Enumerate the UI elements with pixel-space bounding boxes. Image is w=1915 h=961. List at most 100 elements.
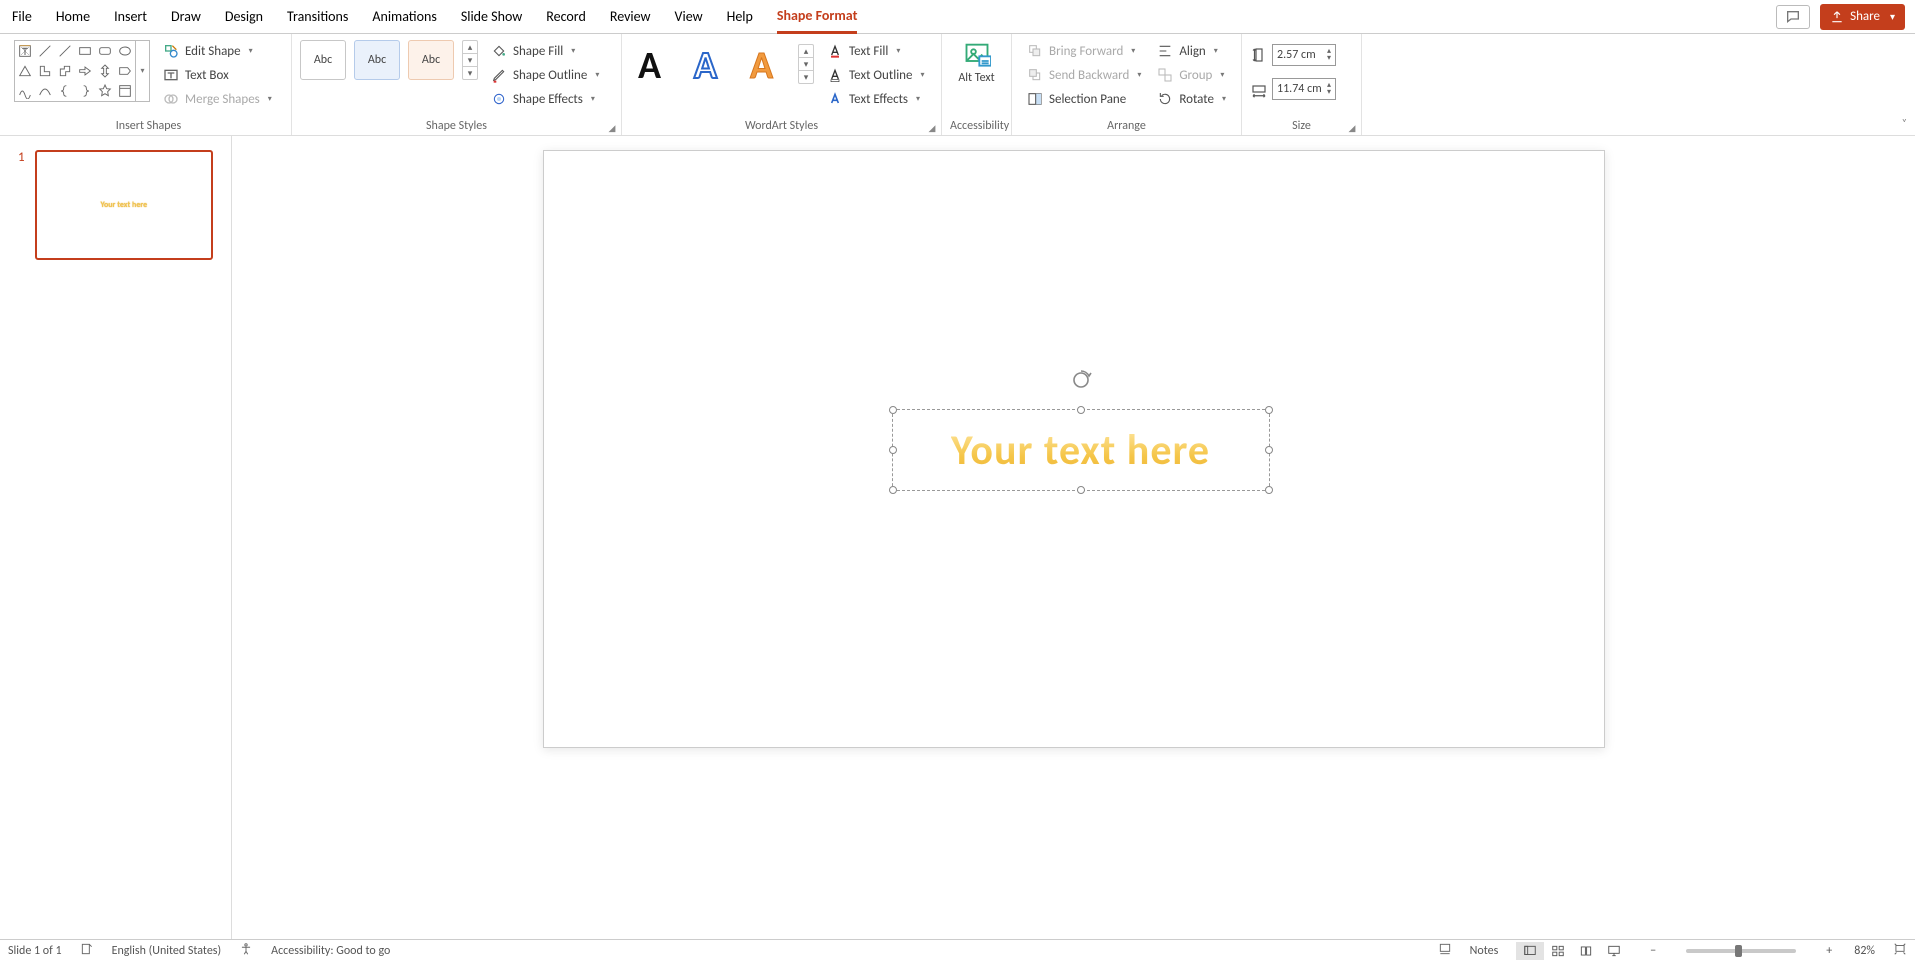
notes-icon[interactable] [1438, 942, 1452, 960]
wordart-style-2[interactable]: A [686, 40, 734, 88]
wordart-textbox[interactable]: Your text here [892, 409, 1270, 491]
accessibility-icon[interactable] [239, 942, 253, 960]
zoom-slider[interactable] [1686, 949, 1796, 953]
shape-pentagon-icon[interactable] [115, 61, 135, 81]
tab-review[interactable]: Review [610, 0, 651, 33]
resize-handle-mr[interactable] [1265, 446, 1273, 454]
text-outline-button[interactable]: Text Outline ▾ [824, 64, 928, 86]
view-normal[interactable] [1516, 942, 1544, 960]
tab-slide-show[interactable]: Slide Show [461, 0, 522, 33]
wordart-style-3[interactable]: A [742, 40, 790, 88]
shape-rect-icon[interactable] [75, 41, 95, 61]
shape-style-gallery[interactable]: Abc Abc Abc ▴▾▾ [300, 40, 478, 80]
slide-canvas-area[interactable]: Your text here [232, 136, 1915, 939]
chevron-down-icon: ▾ [1137, 70, 1141, 80]
shape-tri-icon[interactable] [15, 61, 35, 81]
resize-handle-tr[interactable] [1265, 406, 1273, 414]
shape-textbox-icon[interactable] [15, 41, 35, 61]
accessibility-status[interactable]: Accessibility: Good to go [271, 944, 390, 958]
tab-design[interactable]: Design [225, 0, 263, 33]
collapse-ribbon-button[interactable]: ˅ [1902, 116, 1907, 129]
comments-button[interactable] [1776, 5, 1810, 29]
tab-help[interactable]: Help [727, 0, 753, 33]
svg-text:A: A [638, 43, 662, 88]
zoom-out-button[interactable]: − [1646, 944, 1660, 958]
view-reading[interactable] [1572, 942, 1600, 960]
resize-handle-br[interactable] [1265, 486, 1273, 494]
rotate-button[interactable]: Rotate ▾ [1154, 88, 1229, 110]
edit-shape-button[interactable]: Edit Shape ▾ [160, 40, 275, 62]
wordart-style-nav[interactable]: ▴▾▾ [798, 44, 814, 84]
alt-text-button[interactable]: Alt Text [953, 40, 1001, 85]
shape-rightarrow-icon[interactable] [75, 61, 95, 81]
tab-view[interactable]: View [675, 0, 703, 33]
shape-brace-r-icon[interactable] [75, 81, 95, 101]
wordart-text[interactable]: Your text here [951, 425, 1210, 476]
wordart-style-gallery[interactable]: A A A ▴▾▾ [630, 40, 814, 88]
shape-outline-button[interactable]: Shape Outline ▾ [488, 64, 602, 86]
language-status[interactable]: English (United States) [112, 944, 222, 958]
shape-brace-l-icon[interactable] [55, 81, 75, 101]
dialog-launcher-icon[interactable]: ◢ [927, 123, 937, 133]
notes-button[interactable]: Notes [1470, 944, 1499, 958]
thumbnail-panel[interactable]: 1 Your text here [0, 136, 232, 939]
group-label-arrange: Arrange [1020, 119, 1233, 135]
zoom-in-button[interactable]: + [1822, 944, 1836, 958]
shape-gallery[interactable]: ▾ [14, 40, 150, 102]
view-sorter[interactable] [1544, 942, 1572, 960]
shape-gallery-dropdown[interactable]: ▾ [136, 40, 150, 102]
text-box-button[interactable]: Text Box [160, 64, 275, 86]
shape-lshape-icon[interactable] [35, 61, 55, 81]
shape-oval-icon[interactable] [115, 41, 135, 61]
shape-star-icon[interactable] [95, 81, 115, 101]
align-button[interactable]: Align ▾ [1154, 40, 1229, 62]
shape-elbow-icon[interactable] [55, 61, 75, 81]
tab-file[interactable]: File [12, 0, 32, 33]
zoom-level[interactable]: 82% [1854, 944, 1875, 958]
shape-style-nav[interactable]: ▴▾▾ [462, 40, 478, 80]
width-spinner[interactable]: ▴▾ [1327, 82, 1331, 96]
selection-pane-button[interactable]: Selection Pane [1024, 88, 1144, 110]
height-input[interactable]: 2.57 cm ▴▾ [1272, 44, 1336, 66]
width-input[interactable]: 11.74 cm ▴▾ [1272, 78, 1336, 100]
spellcheck-icon[interactable] [80, 942, 94, 960]
resize-handle-bc[interactable] [1077, 486, 1085, 494]
shape-action-icon[interactable] [115, 81, 135, 101]
shape-fill-button[interactable]: Shape Fill ▾ [488, 40, 602, 62]
resize-handle-tc[interactable] [1077, 406, 1085, 414]
resize-handle-ml[interactable] [889, 446, 897, 454]
fit-slide-button[interactable] [1893, 942, 1907, 960]
tab-shape-format[interactable]: Shape Format [777, 1, 858, 34]
tab-record[interactable]: Record [546, 0, 586, 33]
tab-transitions[interactable]: Transitions [287, 0, 348, 33]
rotation-handle[interactable] [1069, 368, 1093, 396]
shape-curve-icon[interactable] [15, 81, 35, 101]
share-button[interactable]: Share ▾ [1820, 4, 1905, 30]
bucket-icon [491, 43, 507, 59]
view-slideshow[interactable] [1600, 942, 1628, 960]
tab-animations[interactable]: Animations [372, 0, 436, 33]
slide[interactable]: Your text here [543, 150, 1605, 748]
shape-style-3[interactable]: Abc [408, 40, 454, 80]
height-spinner[interactable]: ▴▾ [1327, 48, 1331, 62]
text-effects-button[interactable]: Text Effects ▾ [824, 88, 928, 110]
shape-updown-icon[interactable] [95, 61, 115, 81]
shape-style-1[interactable]: Abc [300, 40, 346, 80]
zoom-slider-knob[interactable] [1735, 945, 1742, 957]
resize-handle-tl[interactable] [889, 406, 897, 414]
shape-arc-icon[interactable] [35, 81, 55, 101]
dialog-launcher-icon[interactable]: ◢ [607, 123, 617, 133]
wordart-style-1[interactable]: A [630, 40, 678, 88]
shape-line-icon[interactable] [35, 41, 55, 61]
dialog-launcher-icon[interactable]: ◢ [1347, 123, 1357, 133]
text-fill-button[interactable]: Text Fill ▾ [824, 40, 928, 62]
tab-insert[interactable]: Insert [114, 0, 147, 33]
shape-line2-icon[interactable] [55, 41, 75, 61]
shape-style-2[interactable]: Abc [354, 40, 400, 80]
tab-draw[interactable]: Draw [171, 0, 201, 33]
shape-effects-button[interactable]: Shape Effects ▾ [488, 88, 602, 110]
shape-roundrect-icon[interactable] [95, 41, 115, 61]
tab-home[interactable]: Home [56, 0, 90, 33]
resize-handle-bl[interactable] [889, 486, 897, 494]
slide-thumbnail-1[interactable]: Your text here [35, 150, 213, 260]
